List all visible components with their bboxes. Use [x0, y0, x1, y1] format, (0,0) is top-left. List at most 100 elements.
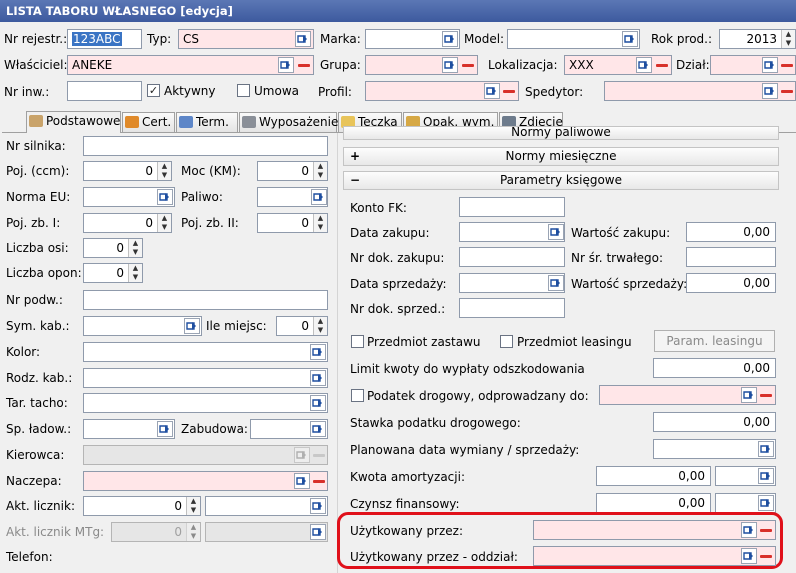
- spin-up-icon[interactable]: ▲: [314, 317, 327, 326]
- typ-lookup-button[interactable]: [295, 31, 311, 47]
- spedytor-clear-button[interactable]: [779, 83, 795, 99]
- kolor-select[interactable]: [83, 342, 328, 362]
- nr-podw-input[interactable]: [83, 290, 328, 310]
- spedytor-lookup-button[interactable]: [762, 83, 778, 99]
- spin-down-icon[interactable]: ▼: [129, 248, 142, 257]
- spin-up-icon[interactable]: ▲: [129, 239, 142, 248]
- przedmiot-leasingu-checkbox[interactable]: [500, 335, 513, 348]
- kolor-lookup-button[interactable]: [310, 344, 326, 360]
- uzytkowany-oddzial-lookup-button[interactable]: [741, 548, 757, 564]
- nr-rejestr-input[interactable]: 123ABC: [67, 29, 142, 49]
- nr-inw-input[interactable]: [67, 81, 142, 101]
- poj-zb2-spin-buttons[interactable]: ▲ ▼: [313, 214, 327, 232]
- grupa-clear-button[interactable]: [460, 57, 476, 73]
- stawka-podatku-input[interactable]: 0,00: [653, 412, 776, 432]
- podatek-drogowy-checkbox[interactable]: [351, 389, 364, 402]
- planowana-data-lookup-button[interactable]: [758, 441, 774, 457]
- spin-up-icon[interactable]: ▲: [782, 30, 795, 39]
- wlasciciel-clear-button[interactable]: [296, 57, 312, 73]
- spin-down-icon[interactable]: ▼: [187, 506, 200, 515]
- marka-lookup-button[interactable]: [442, 31, 458, 47]
- tar-tacho-select[interactable]: [83, 393, 328, 413]
- konto-fk-input[interactable]: [459, 197, 565, 217]
- uzytkowany-przez-lookup-button[interactable]: [741, 522, 757, 538]
- spin-down-icon[interactable]: ▼: [782, 39, 795, 48]
- umowa-checkbox[interactable]: [237, 84, 250, 97]
- norma-eu-lookup-button[interactable]: [157, 189, 173, 205]
- spin-up-icon[interactable]: ▲: [187, 497, 200, 506]
- uzytkowany-przez-clear-button[interactable]: [758, 522, 774, 538]
- model-select[interactable]: [507, 29, 640, 49]
- tab-term[interactable]: Term.: [176, 112, 238, 132]
- wartosc-zakupu-input[interactable]: 0,00: [686, 222, 776, 242]
- aktywny-checkbox[interactable]: ✓: [147, 84, 160, 97]
- section-parametry-ksiegowe[interactable]: − Parametry księgowe: [343, 171, 779, 190]
- section-normy-paliwowe[interactable]: Normy paliwowe: [343, 126, 779, 140]
- paliwo-lookup-button[interactable]: [311, 189, 327, 205]
- naczepa-select[interactable]: [83, 471, 328, 491]
- lokalizacja-lookup-button[interactable]: [636, 57, 652, 73]
- spin-down-icon[interactable]: ▼: [129, 273, 142, 282]
- data-zakupu-lookup-button[interactable]: [548, 224, 564, 240]
- nr-dok-sprzed-input[interactable]: [459, 298, 565, 318]
- uzytkowany-oddzial-clear-button[interactable]: [758, 548, 774, 564]
- spin-up-icon[interactable]: ▲: [158, 162, 171, 171]
- spin-up-icon[interactable]: ▲: [129, 264, 142, 273]
- data-sprzedazy-lookup-button[interactable]: [548, 275, 564, 291]
- tab-cert[interactable]: Cert.: [122, 112, 175, 132]
- rok-prod-spin-buttons[interactable]: ▲ ▼: [781, 30, 795, 48]
- ile-miejsc-spin-buttons[interactable]: ▲ ▼: [313, 317, 327, 335]
- sp-ladow-lookup-button[interactable]: [157, 421, 173, 437]
- spin-down-icon[interactable]: ▼: [314, 326, 327, 335]
- sym-kab-lookup-button[interactable]: [184, 318, 200, 334]
- nr-dok-zakupu-input[interactable]: [459, 247, 565, 267]
- section-normy-miesieczne[interactable]: + Normy miesięczne: [343, 147, 779, 166]
- kwota-amortyzacji-input[interactable]: 0,00: [596, 466, 711, 486]
- akt-licznik-mtg-unit-lookup-button[interactable]: [310, 524, 326, 540]
- poj-zb1-spin-buttons[interactable]: ▲ ▼: [157, 214, 171, 232]
- liczba-osi-spin-buttons[interactable]: ▲ ▼: [128, 239, 142, 257]
- akt-licznik-unit-lookup-button[interactable]: [310, 498, 326, 514]
- tab-wyposazenie[interactable]: Wyposażenie: [239, 112, 338, 132]
- profil-lookup-button[interactable]: [484, 83, 500, 99]
- spin-down-icon[interactable]: ▼: [158, 223, 171, 232]
- czynsz-finansowy-unit-lookup-button[interactable]: [758, 495, 774, 511]
- spin-down-icon[interactable]: ▼: [314, 223, 327, 232]
- nr-sr-trwalego-input[interactable]: [686, 247, 776, 267]
- typ-select[interactable]: CS: [178, 29, 314, 49]
- tar-tacho-lookup-button[interactable]: [310, 395, 326, 411]
- model-lookup-button[interactable]: [622, 31, 638, 47]
- podatek-drogowy-lookup-button[interactable]: [741, 387, 757, 403]
- zabudowa-lookup-button[interactable]: [310, 421, 326, 437]
- akt-licznik-spinner[interactable]: 0: [83, 496, 201, 516]
- dzial-clear-button[interactable]: [779, 57, 795, 73]
- poj-spin-buttons[interactable]: ▲ ▼: [157, 162, 171, 180]
- wlasciciel-lookup-button[interactable]: [278, 57, 294, 73]
- kwota-amortyzacji-unit-lookup-button[interactable]: [758, 468, 774, 484]
- uzytkowany-oddzial-select[interactable]: [533, 546, 776, 566]
- spin-down-icon[interactable]: ▼: [158, 171, 171, 180]
- naczepa-clear-button[interactable]: [311, 473, 327, 489]
- tab-podstawowe[interactable]: Podstawowe: [26, 111, 121, 133]
- nr-silnika-input[interactable]: [83, 136, 328, 156]
- liczba-opon-spin-buttons[interactable]: ▲ ▼: [128, 264, 142, 282]
- param-leasingu-button[interactable]: Param. leasingu: [654, 330, 775, 352]
- wlasciciel-select[interactable]: ANEKE: [67, 55, 314, 75]
- moc-spin-buttons[interactable]: ▲ ▼: [313, 162, 327, 180]
- podatek-drogowy-clear-button[interactable]: [758, 387, 774, 403]
- naczepa-lookup-button[interactable]: [294, 473, 310, 489]
- uzytkowany-przez-select[interactable]: [533, 520, 776, 540]
- grupa-lookup-button[interactable]: [442, 57, 458, 73]
- akt-licznik-spin-buttons[interactable]: ▲ ▼: [186, 497, 200, 515]
- przedmiot-zastawu-checkbox[interactable]: [351, 335, 364, 348]
- spin-down-icon[interactable]: ▼: [314, 171, 327, 180]
- czynsz-finansowy-input[interactable]: 0,00: [596, 493, 711, 513]
- spin-up-icon[interactable]: ▲: [314, 214, 327, 223]
- spin-up-icon[interactable]: ▲: [314, 162, 327, 171]
- limit-kwoty-input[interactable]: 0,00: [653, 358, 776, 378]
- rodz-kab-select[interactable]: [83, 368, 328, 388]
- lokalizacja-clear-button[interactable]: [654, 57, 670, 73]
- profil-clear-button[interactable]: [501, 83, 517, 99]
- dzial-lookup-button[interactable]: [762, 57, 778, 73]
- wartosc-sprzedazy-input[interactable]: 0,00: [686, 273, 776, 293]
